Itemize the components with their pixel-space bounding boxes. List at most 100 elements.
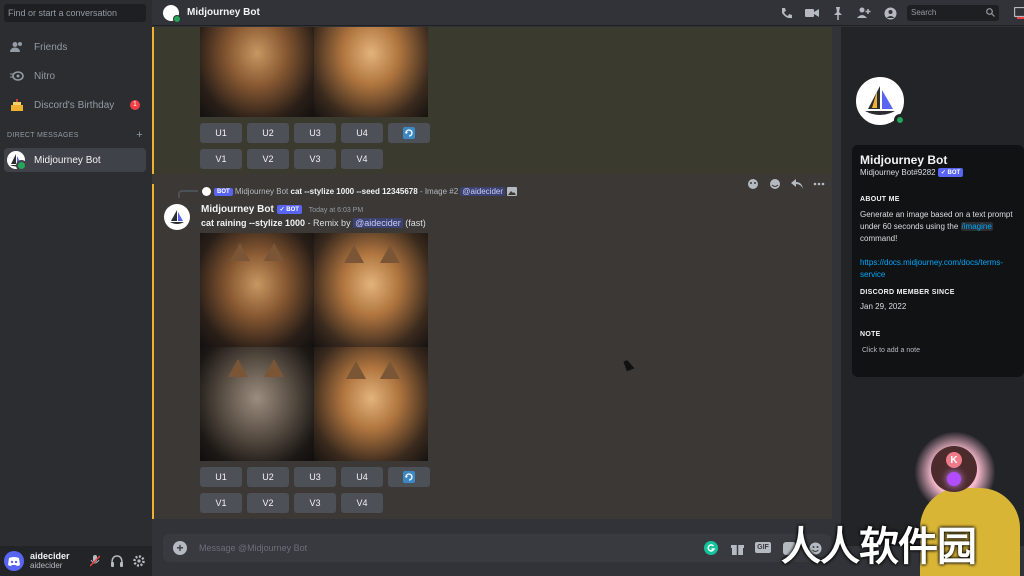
message-list: U1 U2 U3 U4 V1 V2 V3 V4 BOT Midjourney B… bbox=[152, 27, 832, 519]
headphones-icon[interactable] bbox=[110, 554, 124, 568]
variation-button-2[interactable]: V2 bbox=[247, 493, 289, 513]
reply-suffix: - Image #2 bbox=[419, 187, 459, 196]
image-icon bbox=[507, 187, 518, 197]
avatar bbox=[202, 187, 211, 197]
about-line: Generate an image based on a text prompt bbox=[860, 210, 1013, 219]
upscale-button-4[interactable]: U4 bbox=[341, 467, 383, 487]
upscale-button-3[interactable]: U3 bbox=[294, 467, 336, 487]
generated-image[interactable] bbox=[200, 27, 314, 117]
upscale-button-3[interactable]: U3 bbox=[294, 123, 336, 143]
upscale-button-1[interactable]: U1 bbox=[200, 123, 242, 143]
direct-messages-label: DIRECT MESSAGES bbox=[7, 132, 79, 139]
mascot-eye-icon bbox=[947, 472, 961, 486]
message-composer: + Message @Midjourney Bot GIF bbox=[163, 534, 831, 562]
user-mention[interactable]: @aidecider bbox=[353, 218, 403, 228]
user-profile-icon[interactable] bbox=[882, 5, 898, 21]
profile-tag: Midjourney Bot#9282 ✓ BOT bbox=[860, 168, 964, 178]
mute-mic-icon[interactable] bbox=[88, 554, 102, 568]
grammarly-icon[interactable] bbox=[703, 540, 719, 556]
generated-image[interactable] bbox=[314, 233, 428, 347]
upscale-button-2[interactable]: U2 bbox=[247, 467, 289, 487]
sidebar-item-label: Friends bbox=[34, 41, 68, 53]
settings-gear-icon[interactable] bbox=[132, 554, 146, 568]
discord-app: Find or start a conversation Friends Nit… bbox=[0, 0, 1024, 576]
variation-button-2[interactable]: V2 bbox=[247, 149, 289, 169]
header-search-input[interactable]: Search bbox=[907, 5, 999, 21]
generated-image[interactable] bbox=[200, 233, 314, 347]
reply-prompt: cat --stylize 1000 --seed 12345678 bbox=[290, 187, 418, 196]
reroll-button[interactable] bbox=[388, 467, 430, 487]
profile-name: Midjourney Bot bbox=[860, 153, 948, 167]
message-input[interactable]: Message @Midjourney Bot bbox=[199, 543, 307, 553]
sidebar-item-label: Midjourney Bot bbox=[34, 154, 101, 166]
sidebar-item-nitro[interactable]: Nitro bbox=[4, 64, 146, 88]
username: aidecider bbox=[30, 551, 70, 561]
channel-header: Midjourney Bot Search bbox=[152, 0, 1024, 26]
command-code: /imagine bbox=[960, 222, 993, 231]
avatar[interactable] bbox=[4, 551, 24, 571]
conversation-search-input[interactable]: Find or start a conversation bbox=[4, 4, 146, 22]
variation-button-4[interactable]: V4 bbox=[341, 149, 383, 169]
birthday-icon bbox=[9, 97, 25, 113]
create-thread-icon[interactable] bbox=[768, 177, 782, 191]
sidebar-item-friends[interactable]: Friends bbox=[4, 35, 146, 59]
refresh-icon bbox=[403, 471, 415, 483]
attach-plus-icon[interactable]: + bbox=[173, 541, 187, 555]
generated-image[interactable] bbox=[314, 347, 428, 461]
avatar bbox=[7, 151, 27, 171]
profile-card: Midjourney Bot Midjourney Bot#9282 ✓ BOT… bbox=[852, 145, 1024, 377]
add-dm-icon[interactable]: + bbox=[136, 129, 143, 141]
profile-tag-text: Midjourney Bot#9282 bbox=[860, 168, 936, 177]
gif-button[interactable]: GIF bbox=[755, 542, 771, 553]
note-input[interactable]: Click to add a note bbox=[862, 347, 920, 354]
add-friend-icon[interactable] bbox=[856, 5, 872, 21]
note-header: NOTE bbox=[860, 331, 881, 338]
sidebar-item-label: Nitro bbox=[34, 70, 56, 82]
watermark: 人人软件园 bbox=[781, 525, 977, 569]
reply-connector bbox=[178, 190, 198, 198]
inbox-icon[interactable] bbox=[1012, 5, 1024, 21]
add-reaction-icon[interactable] bbox=[746, 177, 760, 191]
avatar[interactable] bbox=[164, 204, 190, 230]
variation-button-3[interactable]: V3 bbox=[294, 493, 336, 513]
terms-link[interactable]: https://docs.midjourney.com/docs/terms- … bbox=[860, 257, 1024, 281]
generated-image[interactable] bbox=[314, 27, 428, 117]
more-options-icon[interactable] bbox=[812, 177, 826, 191]
mascot-badge: K bbox=[946, 452, 962, 468]
pin-icon[interactable] bbox=[830, 5, 846, 21]
header-actions bbox=[778, 5, 898, 21]
dm-sidebar: Find or start a conversation Friends Nit… bbox=[0, 0, 152, 576]
avatar bbox=[163, 4, 181, 23]
user-mention[interactable]: @aidecider bbox=[460, 187, 506, 196]
message-image-grid-2: BOT Midjourney Bot cat --stylize 1000 --… bbox=[152, 179, 832, 519]
variation-button-3[interactable]: V3 bbox=[294, 149, 336, 169]
mascot-head: K bbox=[931, 446, 977, 492]
variation-button-1[interactable]: V1 bbox=[200, 493, 242, 513]
user-status-text: aidecider bbox=[30, 561, 63, 570]
cat-ear-shape bbox=[344, 245, 364, 263]
gift-icon[interactable] bbox=[729, 540, 745, 556]
sailboat-icon bbox=[865, 86, 895, 115]
generated-image[interactable] bbox=[200, 347, 314, 461]
sailboat-icon bbox=[10, 154, 22, 167]
variation-button-1[interactable]: V1 bbox=[200, 149, 242, 169]
voice-call-icon[interactable] bbox=[778, 5, 794, 21]
variation-button-4[interactable]: V4 bbox=[341, 493, 383, 513]
search-icon bbox=[986, 8, 995, 19]
reply-icon[interactable] bbox=[790, 177, 804, 191]
dm-item-midjourney-bot[interactable]: Midjourney Bot bbox=[4, 148, 146, 172]
author-name[interactable]: Midjourney Bot bbox=[201, 204, 274, 215]
upscale-button-4[interactable]: U4 bbox=[341, 123, 383, 143]
bot-badge: ✓ BOT bbox=[276, 204, 302, 214]
message-content: cat raining --stylize 1000 - Remix by @a… bbox=[201, 218, 426, 228]
video-call-icon[interactable] bbox=[804, 5, 820, 21]
sidebar-item-birthday[interactable]: Discord's Birthday 1 bbox=[4, 93, 146, 117]
cat-ear-shape bbox=[228, 359, 248, 377]
reroll-button[interactable] bbox=[388, 123, 430, 143]
upscale-button-1[interactable]: U1 bbox=[200, 467, 242, 487]
message-timestamp: Today at 6:03 PM bbox=[308, 207, 364, 214]
reply-preview[interactable]: BOT Midjourney Bot cat --stylize 1000 --… bbox=[202, 187, 518, 197]
about-line: command! bbox=[860, 234, 898, 243]
about-me-header: ABOUT ME bbox=[860, 196, 900, 203]
upscale-button-2[interactable]: U2 bbox=[247, 123, 289, 143]
